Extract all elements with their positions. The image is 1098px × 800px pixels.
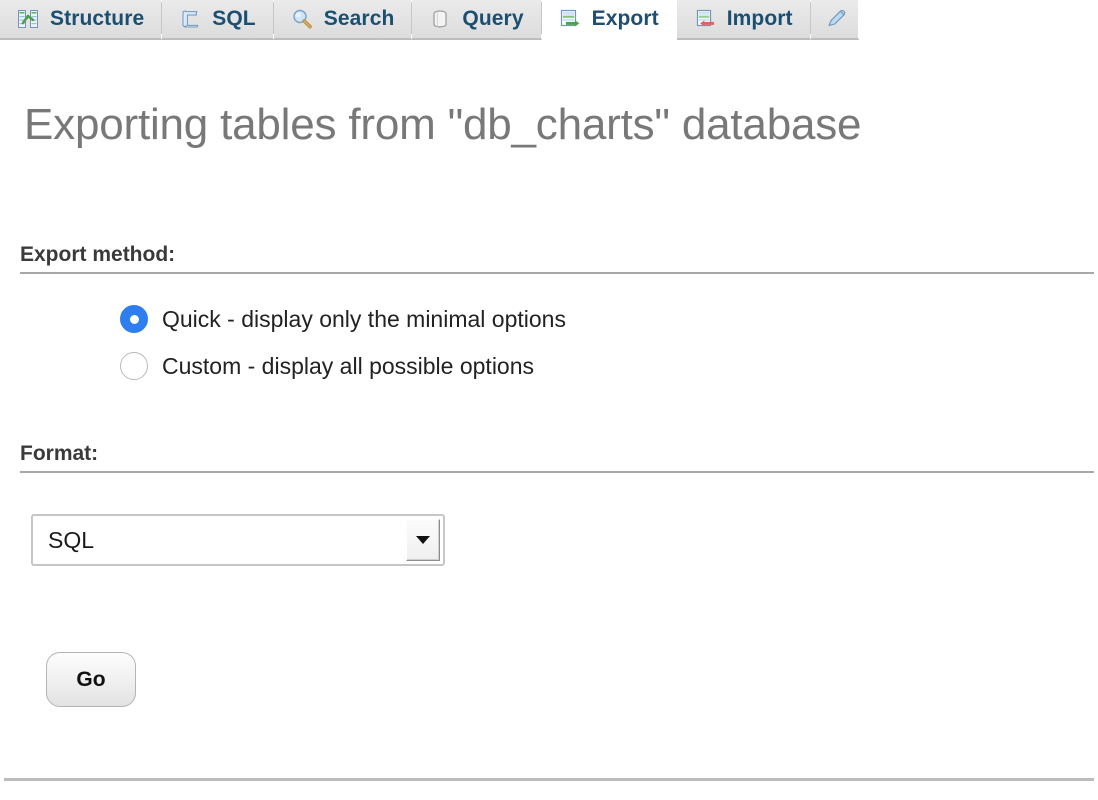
radio-custom-indicator[interactable]: [120, 352, 148, 380]
radio-option-custom[interactable]: Custom - display all possible options: [120, 352, 534, 380]
tab-query[interactable]: Query: [412, 0, 542, 40]
format-divider: [20, 471, 1094, 473]
structure-icon: [18, 10, 38, 28]
tab-export[interactable]: Export: [541, 0, 677, 40]
export-icon: [560, 9, 580, 27]
tab-label: Structure: [50, 7, 145, 30]
tab-structure[interactable]: Structure: [0, 0, 163, 40]
radio-custom-label: Custom - display all possible options: [162, 352, 535, 379]
import-icon: [696, 9, 714, 27]
tab-sql[interactable]: SQL: [162, 0, 275, 40]
radio-option-quick[interactable]: Quick - display only the minimal options: [120, 305, 566, 333]
export-method-divider: [20, 272, 1094, 274]
tab-label: SQL: [212, 7, 256, 30]
operations-icon: [828, 9, 845, 27]
tab-label: Search: [323, 7, 395, 30]
main-tab-bar: Structure SQL Search Query Export Import: [0, 0, 1098, 40]
format-select-value: SQL: [48, 526, 95, 553]
tab-label: Query: [462, 7, 524, 30]
footer-divider: [4, 778, 1094, 781]
search-icon: [293, 9, 312, 29]
format-select[interactable]: SQL: [31, 514, 445, 566]
format-select-arrow-button[interactable]: [406, 519, 440, 561]
radio-quick-indicator[interactable]: [120, 305, 148, 333]
tab-import[interactable]: Import: [676, 0, 811, 40]
radio-quick-label: Quick - display only the minimal options: [162, 305, 566, 332]
query-icon: [433, 10, 448, 28]
sql-icon: [182, 10, 199, 28]
format-legend: Format:: [20, 442, 99, 465]
chevron-down-icon: [416, 536, 430, 544]
tab-operations[interactable]: [810, 0, 859, 40]
export-method-legend: Export method:: [20, 243, 176, 266]
go-button[interactable]: Go: [46, 652, 136, 707]
tab-search[interactable]: Search: [273, 0, 413, 40]
tab-label: Import: [726, 7, 793, 30]
tab-label: Export: [591, 7, 659, 30]
page-title: Exporting tables from "db_charts" databa…: [24, 100, 862, 149]
